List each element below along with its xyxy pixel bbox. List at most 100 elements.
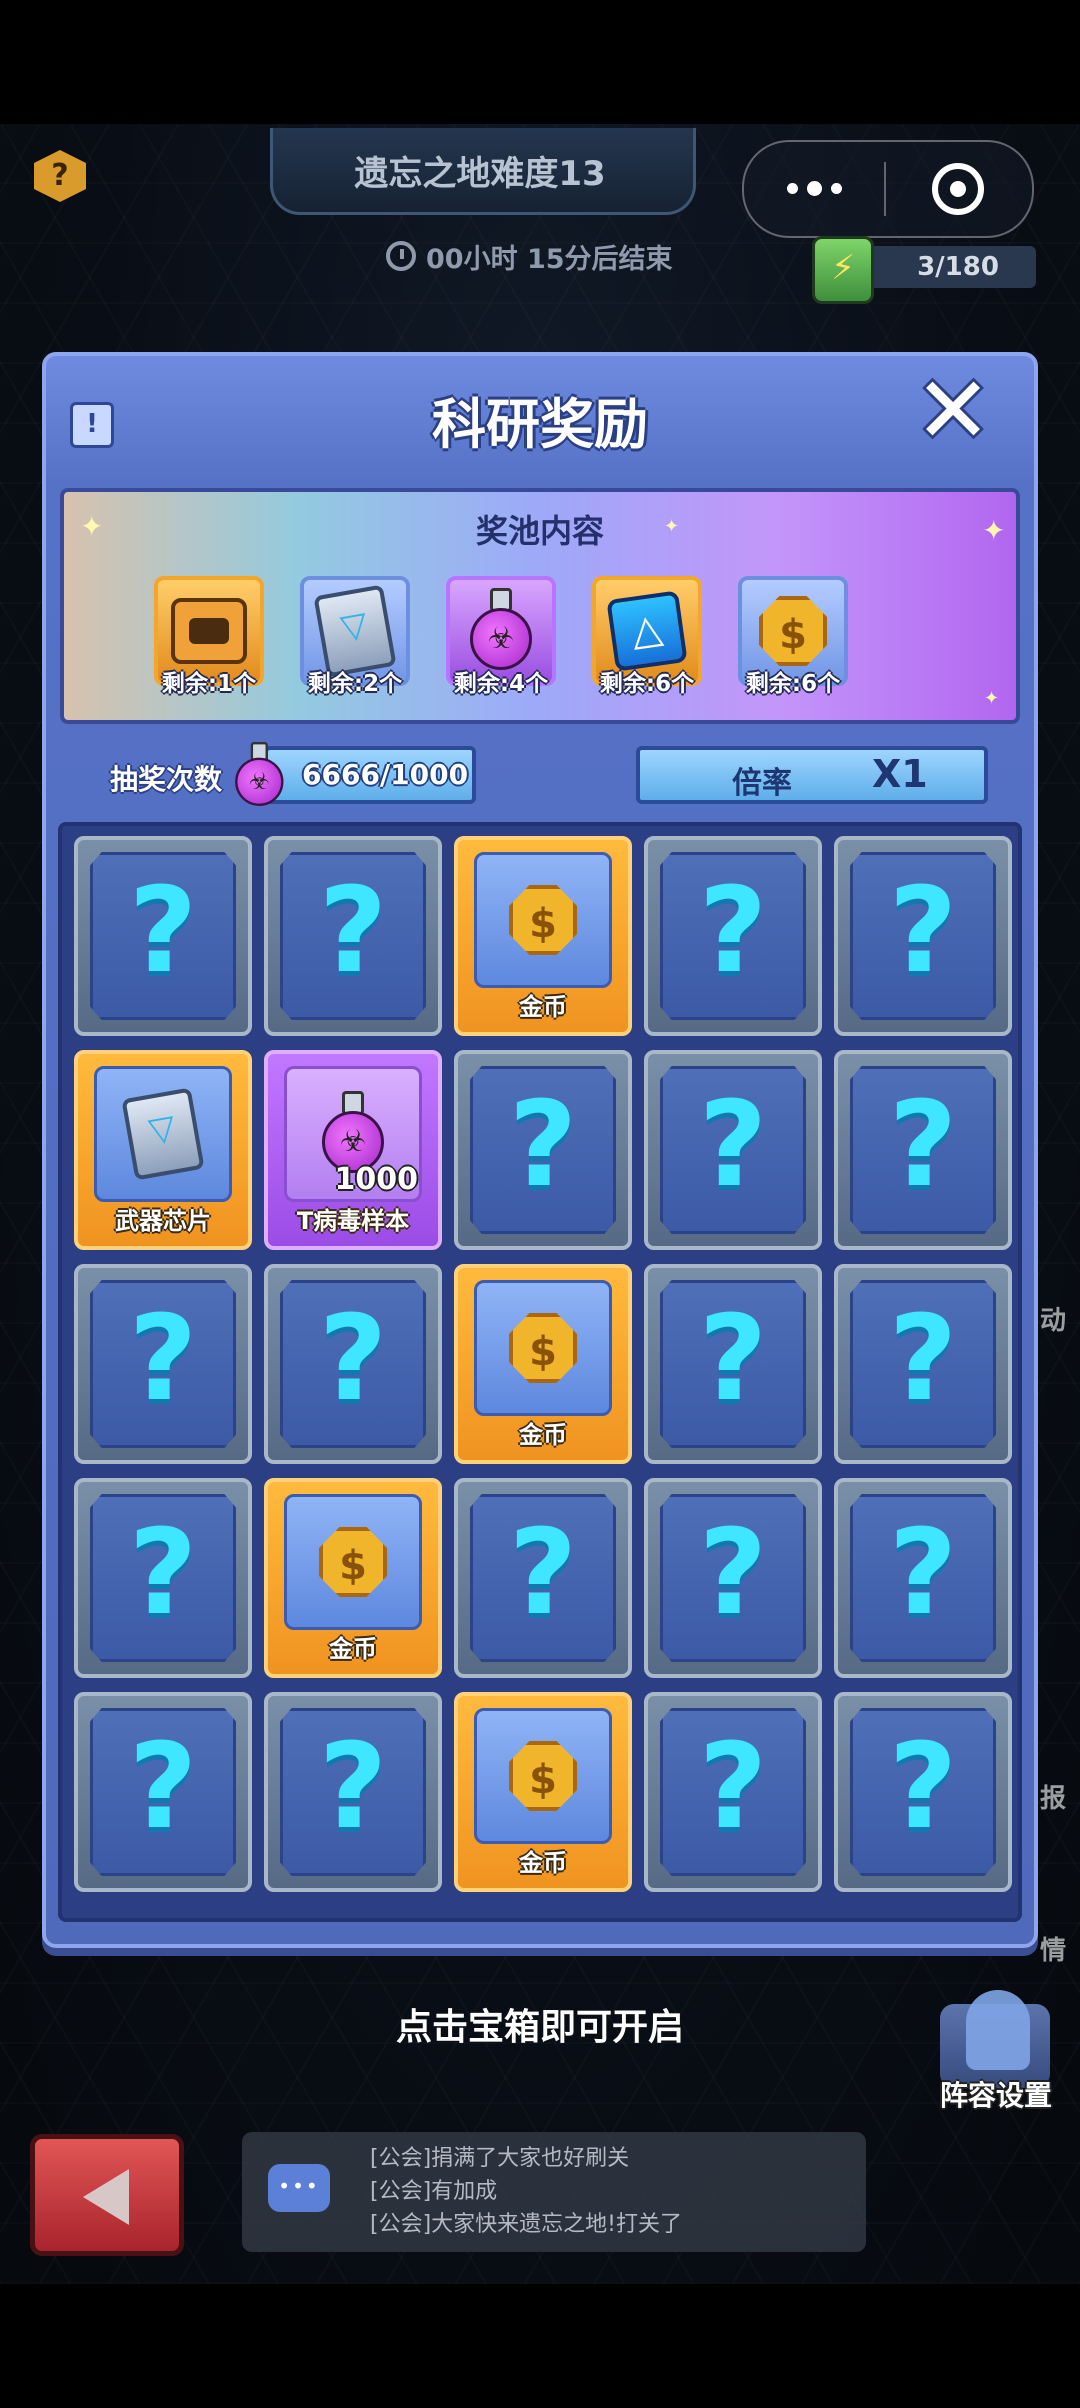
multiplier-selector[interactable]: 倍率 X1: [636, 746, 988, 804]
close-miniprogram-icon[interactable]: [932, 163, 984, 215]
revealed-reward-card[interactable]: 1000 T病毒样本: [264, 1050, 442, 1250]
mystery-chest-card[interactable]: ?: [264, 836, 442, 1036]
reward-label: 武器芯片: [115, 1207, 211, 1235]
reward-icon-frame: [94, 1066, 232, 1202]
mystery-chest-card[interactable]: ?: [644, 836, 822, 1036]
prize-pool-banner: 奖池内容 ✦ ✦ ✦ ✦ 剩余:1个 剩余:2个 剩余:4个 △ 剩余:6个 $…: [60, 488, 1020, 724]
multiplier-value: X1: [872, 752, 928, 796]
panel-title: 科研奖励: [432, 393, 648, 456]
mystery-chest-card[interactable]: ?: [834, 836, 1012, 1036]
question-mark-icon: ?: [698, 1503, 768, 1641]
question-mark-icon: ?: [128, 861, 198, 999]
side-label-report: 报: [1040, 1784, 1067, 1814]
reward-label: 金币: [329, 1635, 377, 1663]
lineup-avatar-icon: [966, 1990, 1030, 2070]
mystery-chest-card[interactable]: ?: [834, 1050, 1012, 1250]
question-mark-icon: ?: [698, 861, 768, 999]
info-button[interactable]: !: [70, 402, 114, 448]
revealed-reward-card[interactable]: $ 金币: [264, 1478, 442, 1678]
pool-item-virus-sample[interactable]: 剩余:4个: [444, 576, 558, 698]
side-label-intel: 情: [1040, 1936, 1067, 1966]
back-button[interactable]: [30, 2134, 184, 2256]
mystery-chest-card[interactable]: ?: [834, 1692, 1012, 1892]
reward-icon-frame: $: [474, 852, 612, 988]
revealed-reward-card[interactable]: $ 金币: [454, 836, 632, 1036]
pool-item-remaining: 剩余:4个: [453, 671, 549, 697]
pool-item-remaining: 剩余:2个: [307, 671, 403, 697]
gold-coin-icon: $: [759, 596, 827, 666]
chat-bubble-icon: •••: [268, 2164, 330, 2212]
reward-label: 金币: [519, 1849, 567, 1877]
draw-count-box: 6666/1000: [264, 746, 476, 804]
reward-icon-frame: $: [284, 1494, 422, 1630]
pool-item-gold-coin[interactable]: $ 剩余:6个: [736, 576, 850, 698]
mystery-chest-card[interactable]: ?: [834, 1264, 1012, 1464]
close-button[interactable]: ✕: [912, 365, 994, 457]
mystery-chest-card[interactable]: ?: [454, 1478, 632, 1678]
question-mark-icon: ?: [318, 861, 388, 999]
question-mark-icon: ?: [318, 1289, 388, 1427]
revealed-reward-card[interactable]: $ 金币: [454, 1264, 632, 1464]
pool-item-module[interactable]: △ 剩余:6个: [590, 576, 704, 698]
mystery-chest-card[interactable]: ?: [74, 836, 252, 1036]
mystery-chest-card[interactable]: ?: [74, 1692, 252, 1892]
chat-line: [公会]有加成: [370, 2179, 498, 2204]
reward-quantity: 1000: [334, 1162, 419, 1197]
sparkle-icon: ✦: [664, 516, 680, 537]
question-mark-icon: ?: [888, 861, 958, 999]
gold-coin-icon: $: [509, 1313, 577, 1383]
mystery-chest-card[interactable]: ?: [644, 1692, 822, 1892]
gold-coin-icon: $: [509, 1741, 577, 1811]
multiplier-label: 倍率: [732, 766, 792, 801]
mini-program-capsule: [742, 140, 1034, 238]
revealed-reward-card[interactable]: $ 金币: [454, 1692, 632, 1892]
mystery-chest-card[interactable]: ?: [264, 1264, 442, 1464]
mystery-chest-card[interactable]: ?: [74, 1264, 252, 1464]
gold-coin-icon: $: [509, 885, 577, 955]
guild-chat-box[interactable]: ••• [公会]捐满了大家也好刷关 [公会]有加成 [公会]大家快来遗忘之地!打…: [242, 2132, 866, 2252]
more-options-icon[interactable]: [744, 180, 884, 196]
sparkle-icon: ✦: [80, 510, 104, 543]
draw-potion-icon: [232, 742, 287, 809]
mystery-chest-card[interactable]: ?: [644, 1478, 822, 1678]
question-mark-icon: ?: [128, 1289, 198, 1427]
gold-coin-icon: $: [319, 1527, 387, 1597]
supply-bag-icon: [171, 598, 247, 664]
mystery-chest-card[interactable]: ?: [644, 1050, 822, 1250]
reward-label: 金币: [519, 1421, 567, 1449]
question-mark-icon: ?: [128, 1717, 198, 1855]
reward-icon-frame: $: [474, 1280, 612, 1416]
mystery-chest-card[interactable]: ?: [644, 1264, 822, 1464]
question-mark-icon: ?: [888, 1075, 958, 1213]
pool-item-supply-bag[interactable]: 剩余:1个: [152, 576, 266, 698]
capsule-divider: [884, 162, 886, 216]
back-arrow-icon: [83, 2169, 129, 2225]
mystery-chest-card[interactable]: ?: [74, 1478, 252, 1678]
stage-title: 遗忘之地难度13: [354, 154, 606, 194]
mystery-chest-card[interactable]: ?: [264, 1692, 442, 1892]
mystery-chest-card[interactable]: ?: [834, 1478, 1012, 1678]
pool-item-weapon-chip[interactable]: 剩余:2个: [298, 576, 412, 698]
question-mark-icon: ?: [698, 1717, 768, 1855]
reward-label: T病毒样本: [296, 1207, 410, 1235]
side-label-activity: 动: [1040, 1306, 1067, 1336]
question-mark-icon: ?: [888, 1503, 958, 1641]
mystery-chest-card[interactable]: ?: [454, 1050, 632, 1250]
question-mark-icon: ?: [698, 1075, 768, 1213]
question-mark-icon: ?: [128, 1503, 198, 1641]
chest-grid: ?? $ 金币?? 武器芯片 1000 T病毒样本????? $ 金币??? $ 金币????? $…: [74, 836, 1012, 1892]
chat-line: [公会]大家快来遗忘之地!打关了: [370, 2212, 682, 2237]
virus-sample-icon: [466, 588, 536, 674]
lineup-settings-label[interactable]: 阵容设置: [940, 2074, 1052, 2114]
pool-item-remaining: 剩余:6个: [745, 671, 841, 697]
reward-label: 金币: [519, 993, 567, 1021]
question-mark-icon: ?: [888, 1717, 958, 1855]
weapon-chip-icon: [121, 1087, 205, 1181]
draw-count-value: 6666/1000: [302, 758, 469, 791]
revealed-reward-card[interactable]: 武器芯片: [74, 1050, 252, 1250]
clock-icon: [386, 241, 416, 271]
question-mark-icon: ?: [698, 1289, 768, 1427]
chat-line: [公会]捐满了大家也好刷关: [370, 2146, 630, 2171]
question-mark-icon: ?: [318, 1717, 388, 1855]
question-mark-icon: ?: [888, 1289, 958, 1427]
